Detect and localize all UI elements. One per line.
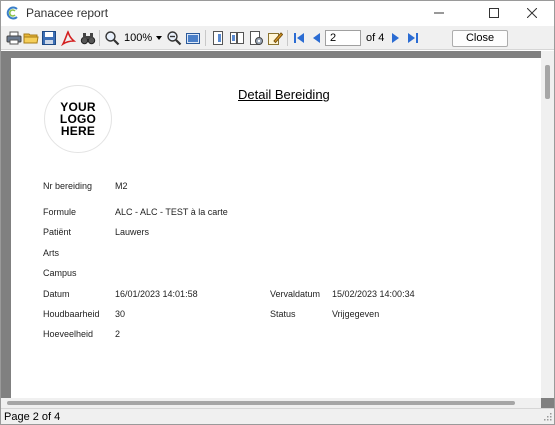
window-close-button[interactable] [509,1,555,25]
report-title: Detail Bereiding [238,87,330,102]
maximize-icon [489,8,499,18]
toolbar-separator [287,30,288,46]
window-title: Panacee report [26,6,109,20]
two-page-icon[interactable] [229,30,245,46]
field-label-hoeveelheid: Hoeveelheid [43,329,94,339]
field-value-datum: 16/01/2023 14:01:58 [115,289,198,299]
last-page-icon[interactable] [405,30,421,46]
status-page-indicator: Page 2 of 4 [4,411,61,423]
zoom-out-icon[interactable] [166,30,182,46]
field-value-vervaldatum: 15/02/2023 14:00:34 [332,289,415,299]
status-bar: Page 2 of 4 [1,408,554,424]
open-folder-icon[interactable] [23,30,39,46]
close-button[interactable]: Close [452,30,508,47]
print-icon[interactable] [6,30,22,46]
report-viewer[interactable]: YOUR LOGO HERE Detail Bereiding Nr berei… [1,51,554,408]
previous-page-icon[interactable] [309,30,325,46]
field-label-datum: Datum [43,289,70,299]
report-window: Panacee report 100% 2 of 4 Close YOUR LO… [0,0,555,425]
field-label-patient: Patiënt [43,227,72,237]
field-label-vervaldatum: Vervaldatum [270,289,321,299]
vertical-scroll-thumb[interactable] [545,65,550,99]
vertical-scrollbar[interactable] [541,51,554,398]
page-width-icon[interactable] [185,30,201,46]
field-label-nr-bereiding: Nr bereiding [43,181,93,191]
zoom-value: 100% [124,32,153,44]
toolbar-separator [205,30,206,46]
field-value-status: Vrijgegeven [332,309,380,319]
field-value-nr-bereiding: M2 [115,181,128,191]
logo-line: HERE [60,124,96,138]
edit-report-icon[interactable] [267,30,283,46]
next-page-icon[interactable] [387,30,403,46]
report-toolbar: 100% 2 of 4 Close [1,26,554,50]
zoom-icon[interactable] [104,30,120,46]
minimize-button[interactable] [416,1,462,25]
horizontal-scroll-thumb[interactable] [7,401,515,405]
horizontal-scrollbar[interactable] [1,398,541,408]
field-value-patient: Lauwers [115,227,150,237]
field-value-houdbaarheid: 30 [115,309,126,319]
pdf-export-icon[interactable] [60,30,76,46]
single-page-icon[interactable] [210,30,226,46]
field-label-formule: Formule [43,207,77,217]
page-number-input[interactable] [325,30,361,46]
app-logo-icon [6,6,18,20]
report-page: YOUR LOGO HERE Detail Bereiding Nr berei… [11,58,541,398]
save-icon[interactable] [41,30,57,46]
minimize-icon [434,12,444,14]
find-binoculars-icon[interactable] [80,30,96,46]
field-value-formule: ALC - ALC - TEST à la carte [115,207,228,217]
field-label-campus: Campus [43,268,77,278]
field-value-hoeveelheid: 2 [115,329,121,339]
logo-placeholder: YOUR LOGO HERE [44,85,112,153]
close-icon [527,8,537,18]
chevron-down-icon[interactable] [156,36,162,40]
field-label-arts: Arts [43,248,60,258]
title-bar[interactable]: Panacee report [1,1,554,25]
resize-grip-icon[interactable] [544,413,552,421]
toolbar-separator [99,30,100,46]
page-count-label: of 4 [366,32,385,44]
field-label-houdbaarheid: Houdbaarheid [43,309,100,319]
first-page-icon[interactable] [291,30,307,46]
field-label-status: Status [270,309,296,319]
page-setup-icon[interactable] [248,30,264,46]
